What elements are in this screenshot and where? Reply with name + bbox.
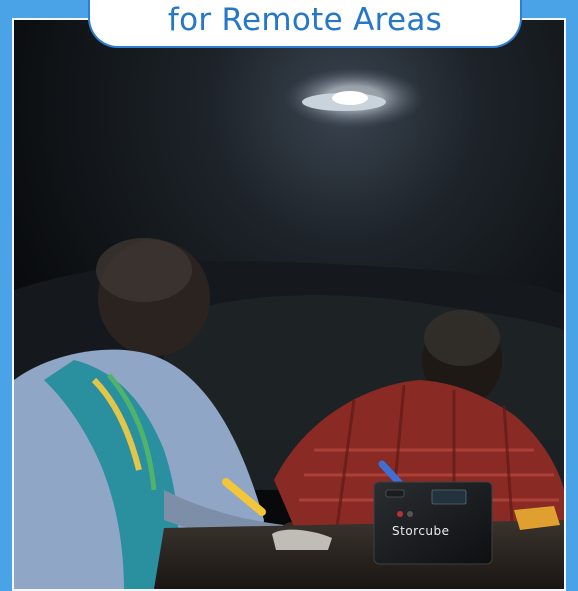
banner-title: for Remote Areas (167, 2, 443, 38)
lamp-bulb (332, 91, 368, 105)
device-brand-label: Storcube (392, 524, 450, 538)
table (154, 520, 564, 589)
scene-illustration: Storcube (14, 20, 564, 589)
power-station-device: Storcube (373, 481, 493, 565)
photo-scene: Storcube (12, 18, 566, 591)
right-child-hair (424, 310, 500, 366)
left-child-hair (96, 238, 192, 302)
title-banner: for Remote Areas (88, 0, 522, 48)
